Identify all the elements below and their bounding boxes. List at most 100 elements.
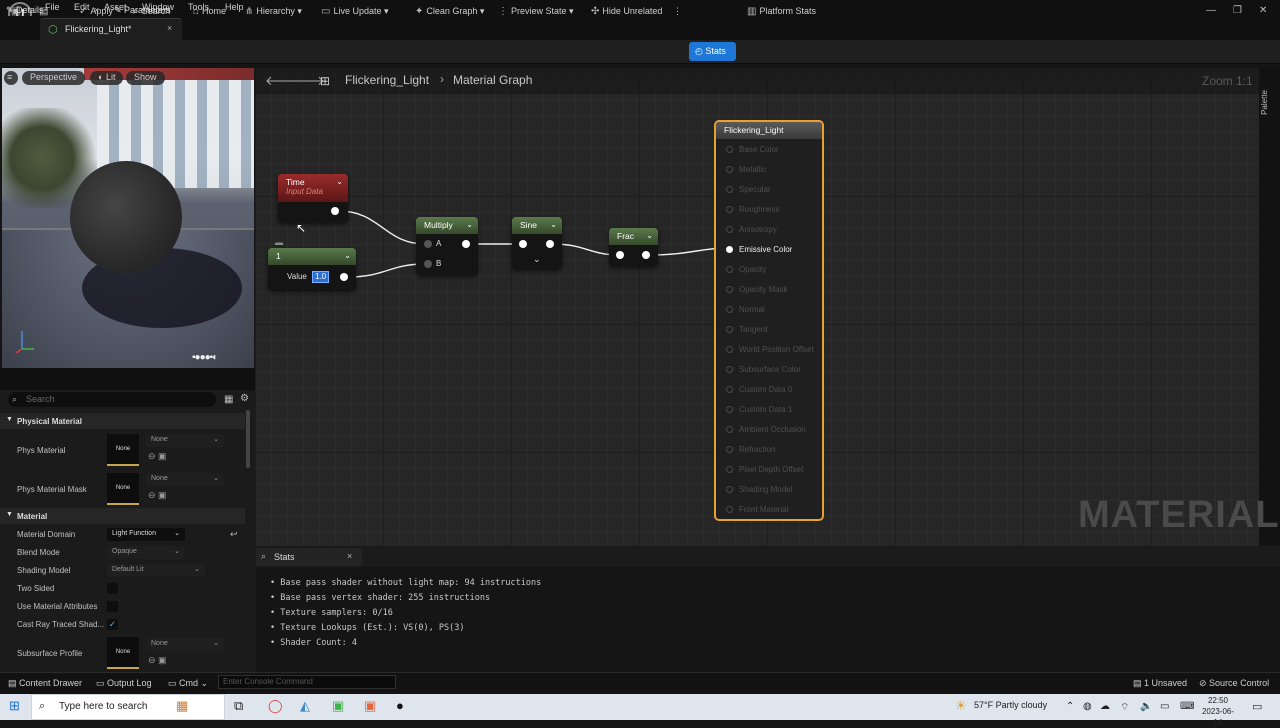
phys-material-dropdown[interactable]: None ⌄ [146,434,224,447]
input-pin-dot[interactable] [726,186,733,193]
palette-sidebar[interactable] [1259,68,1280,546]
windows-start-icon[interactable]: ⊞ [9,698,20,714]
input-pin-dot[interactable] [726,426,733,433]
input-pin-dot[interactable] [726,366,733,373]
viewport-menu-icon[interactable]: ≡ [4,71,18,85]
result-input-pin[interactable]: Normal [726,305,765,314]
result-input-pin[interactable]: Anisotropy [726,225,777,234]
constant-node[interactable]: 1 ⌄ Value 1.0 [268,248,356,290]
unreal-taskbar-icon[interactable]: ● [396,698,404,713]
taskbar-app-icon[interactable]: ◭ [300,698,310,714]
result-input-pin[interactable]: Ambient Occlusion [726,425,806,434]
input-pin-dot[interactable] [726,406,733,413]
input-pin-dot[interactable] [726,286,733,293]
minimize-button[interactable]: — [1206,5,1216,16]
close-stats-icon[interactable]: × [347,551,352,561]
constant-output-pin[interactable] [340,273,348,281]
maximize-button[interactable]: ❐ [1233,5,1242,16]
result-input-pin[interactable]: Roughness [726,205,779,214]
input-pin-dot[interactable] [726,446,733,453]
stats-tab[interactable]: ⌕ Stats × [256,548,362,566]
weather-text[interactable]: 57°F Partly cloudy [974,700,1047,710]
multiply-node[interactable]: Multiply ⌄ A B [416,217,478,275]
material-result-node[interactable]: Flickering_Light Base Color Metallic Specu… [714,120,824,521]
input-pin-dot[interactable] [726,246,733,253]
multiply-node-header[interactable]: Multiply ⌄ [416,217,478,234]
content-drawer-button[interactable]: ▤ Content Drawer [8,678,82,689]
input-pin-dot[interactable] [726,346,733,353]
notifications-icon[interactable]: ▭ [1252,700,1262,713]
subsurface-profile-dropdown[interactable]: None ⌄ [146,638,224,651]
time-output-pin[interactable] [331,207,339,215]
sine-input-pin[interactable] [519,240,527,248]
preview-state-button[interactable]: ⋮ Preview State ▾ [498,6,574,17]
constant-node-header[interactable]: 1 ⌄ [268,248,356,265]
wifi-icon[interactable]: ⌔ [1120,701,1129,714]
taskbar-search-input[interactable]: Type here to search [31,694,225,720]
onedrive-icon[interactable]: ☁ [1100,701,1110,712]
grid-view-icon[interactable]: ▦ [224,394,233,405]
preview-viewport[interactable]: ≡ Perspective ◐ Lit Show ▪●●●▪◐ [2,68,254,368]
network-icon[interactable]: ◍ [1083,701,1092,712]
chevron-down-icon[interactable]: ⌄ [344,251,351,260]
phys-material-mask-thumbnail[interactable]: None [107,473,139,505]
preview-mesh-icons[interactable]: ▪●●●▪◐ [192,352,252,366]
result-input-pin[interactable]: Subsurface Color [726,365,801,374]
result-input-pin[interactable]: Front Material [726,505,788,514]
stats-button[interactable]: ◴ Stats [689,42,736,61]
two-sided-checkbox[interactable] [107,583,118,594]
tray-chevron-icon[interactable]: ⌃ [1066,701,1074,712]
section-material[interactable]: ▼ Material [0,508,245,524]
multiply-input-b-pin[interactable] [424,260,432,268]
result-input-pin[interactable]: Custom Data 1 [726,405,792,414]
power-icon[interactable]: ▭ [1160,701,1169,712]
settings-gear-icon[interactable]: ⚙ [240,393,249,404]
result-input-pin[interactable]: Tangent [726,325,767,334]
volume-icon[interactable]: 🔈 [1140,701,1152,712]
taskbar-clock[interactable]: 22:50 2023-06-14 [1198,695,1238,728]
result-input-pin[interactable]: Metallic [726,165,766,174]
result-input-pin[interactable]: Specular [726,185,771,194]
chevron-down-icon[interactable]: ⌄ [336,177,343,186]
expand-chevron-icon[interactable]: ⌄ [533,254,541,265]
breadcrumb-asset[interactable]: Flickering_Light [345,73,429,87]
lit-button[interactable]: ◐ Lit [90,71,124,85]
result-input-pin[interactable]: Refraction [726,445,775,454]
close-details-icon[interactable]: × [94,5,99,15]
details-scrollbar[interactable] [246,410,250,468]
platform-stats-button[interactable]: ▥ Platform Stats [747,6,816,17]
taskbar-app-widget-icon[interactable]: ▦ [176,698,188,714]
sine-node[interactable]: Sine ⌄ ⌄ [512,217,562,269]
frac-input-pin[interactable] [616,251,624,259]
chevron-down-icon[interactable]: ⌄ [646,231,653,240]
blend-mode-dropdown[interactable]: Opaque ⌄ [107,546,185,559]
result-input-pin[interactable]: Shading Model [726,485,792,494]
cast-ray-traced-checkbox[interactable]: ✓ [107,619,118,630]
time-node-header[interactable]: Time Input Data ⌄ [278,174,348,202]
input-pin-dot[interactable] [726,466,733,473]
result-input-pin[interactable]: Base Color [726,145,779,154]
chevron-down-icon[interactable]: ⌄ [550,220,557,229]
menu-help[interactable]: Help [225,2,244,12]
frac-output-pin[interactable] [642,251,650,259]
palette-tab[interactable]: Palette [1260,90,1269,115]
close-window-button[interactable]: ✕ [1259,5,1267,16]
output-log-button[interactable]: ▭ Output Log [96,678,152,689]
document-tab[interactable]: ⬡ Flickering_Light* × [40,18,182,40]
section-physical-material[interactable]: ▼ Physical Material [0,413,245,429]
comment-bubble-icon[interactable]: ▬ [275,238,283,247]
result-input-pin[interactable]: Custom Data 0 [726,385,792,394]
material-domain-dropdown[interactable]: Light Function ⌄ [107,528,185,541]
taskbar-recorder-icon[interactable]: ▣ [364,698,376,714]
time-node[interactable]: Time Input Data ⌄ [278,174,348,222]
hierarchy-button[interactable]: ⋔ Hierarchy ▾ [245,6,302,17]
opera-icon[interactable]: ◯ [268,698,283,714]
reset-to-default-icon[interactable]: ↩ [230,529,238,540]
result-input-pin[interactable]: Opacity Mask [726,285,787,294]
show-button[interactable]: Show [126,71,165,85]
asset-picker-icons[interactable]: ⊖ ▣ [148,490,167,501]
multiply-output-pin[interactable] [462,240,470,248]
input-pin-dot[interactable] [726,306,733,313]
details-search-input[interactable]: Search [8,392,216,407]
console-command-input[interactable]: Enter Console Command [218,675,396,689]
